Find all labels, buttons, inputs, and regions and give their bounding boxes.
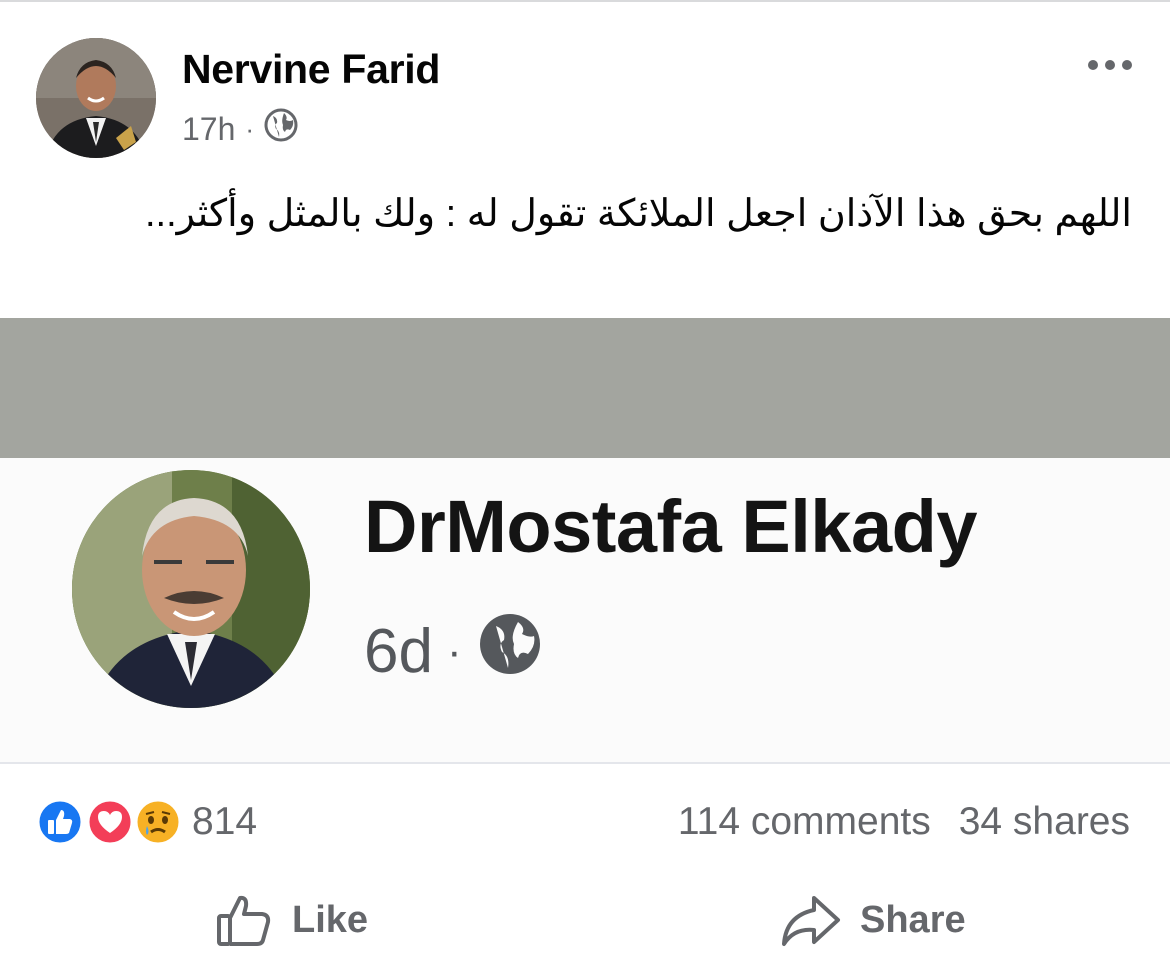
reaction-count: 814 (192, 800, 258, 843)
more-dot-icon (1088, 60, 1098, 70)
share-button[interactable]: Share (780, 890, 966, 950)
globe-icon (476, 610, 544, 693)
post-stats: 114 comments 34 shares (678, 800, 1130, 844)
globe-icon[interactable] (264, 108, 298, 150)
more-dot-icon (1105, 60, 1115, 70)
like-label: Like (292, 898, 369, 941)
image-meta: 6d · (364, 610, 544, 693)
image-gray-band (0, 318, 1170, 458)
meta-separator: · (245, 113, 255, 144)
sad-icon (134, 798, 182, 846)
engagement-divider (0, 762, 1170, 764)
action-bar: Like Share (0, 890, 1170, 960)
author-avatar[interactable] (36, 38, 156, 158)
share-label: Share (860, 898, 966, 941)
image-time: 6d (364, 617, 433, 686)
thumbs-up-icon (217, 895, 271, 946)
post-meta: 17h · (182, 108, 298, 150)
reaction-summary[interactable]: 814 (36, 796, 257, 848)
image-author-avatar (72, 470, 310, 708)
comments-count[interactable]: 114 comments (678, 800, 931, 844)
image-author-name: DrMostafa Elkady (364, 485, 977, 568)
author-name[interactable]: Nervine Farid (182, 46, 440, 93)
shares-count[interactable]: 34 shares (959, 800, 1130, 844)
top-divider (0, 0, 1170, 2)
post-image[interactable]: DrMostafa Elkady 6d · (0, 318, 1170, 762)
love-icon (86, 798, 134, 846)
image-meta-separator: · (446, 626, 462, 676)
more-dot-icon (1122, 60, 1132, 70)
like-button[interactable]: Like (214, 890, 368, 950)
like-icon (36, 798, 84, 846)
reaction-icons (36, 796, 186, 848)
more-options-button[interactable] (1088, 60, 1132, 70)
post-text: اللهم بحق هذا الآذان اجعل الملائكة تقول … (144, 193, 1132, 235)
post-time[interactable]: 17h (182, 111, 235, 148)
share-arrow-icon (782, 896, 840, 946)
